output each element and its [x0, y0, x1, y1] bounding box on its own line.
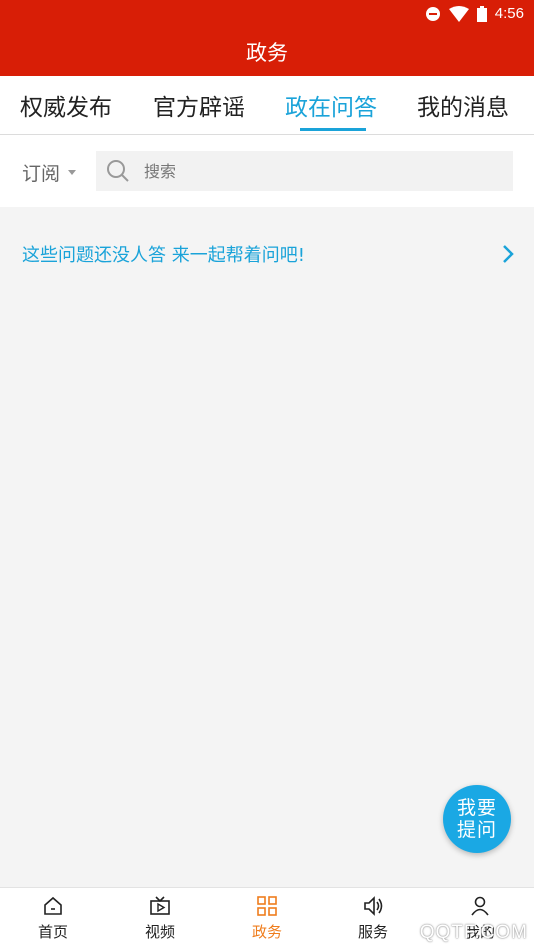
nav-services-label: 服务 — [357, 923, 388, 941]
status-time: 4:56 — [494, 5, 524, 22]
app-header: 政务 — [0, 28, 534, 76]
battery-icon — [476, 5, 487, 22]
ask-question-label: 我要提问 — [456, 797, 497, 841]
active-tab-indicator — [300, 128, 366, 131]
tab-rumor-refute[interactable]: 官方辟谣 — [153, 76, 245, 134]
wifi-icon — [448, 5, 469, 22]
video-icon — [150, 896, 170, 915]
nav-government[interactable]: 政务 — [214, 888, 320, 950]
subscribe-dropdown[interactable]: 订阅 — [22, 159, 77, 186]
page-title: 政务 — [246, 41, 288, 65]
tab-bar: 权威发布 官方辟谣 政在问答 我的消息 — [0, 76, 534, 135]
speaker-icon — [364, 896, 383, 916]
nav-home-label: 首页 — [37, 923, 68, 941]
caret-down-icon — [68, 170, 77, 175]
filter-row: 订阅 — [0, 135, 534, 207]
nav-government-label: 政务 — [251, 923, 282, 941]
search-box[interactable] — [96, 151, 513, 191]
nav-home[interactable]: 首页 — [0, 888, 106, 950]
nav-video[interactable]: 视频 — [107, 888, 213, 950]
status-icons: 4:56 — [425, 5, 524, 22]
unanswered-questions-text: 这些问题还没人答 来一起帮着问吧! — [22, 245, 305, 266]
home-icon — [44, 896, 62, 915]
unanswered-questions-link[interactable]: 这些问题还没人答 来一起帮着问吧! — [0, 226, 534, 282]
watermark: QQTF.COM — [419, 922, 528, 943]
user-icon — [471, 896, 489, 916]
status-bar: 4:56 — [0, 0, 534, 28]
do-not-disturb-icon — [425, 6, 440, 21]
search-input[interactable] — [142, 160, 506, 182]
nav-services[interactable]: 服务 — [320, 888, 426, 950]
nav-video-label: 视频 — [144, 923, 175, 941]
tab-my-messages[interactable]: 我的消息 — [417, 76, 509, 134]
grid-icon — [257, 896, 277, 916]
subscribe-label: 订阅 — [22, 163, 61, 185]
ask-question-button[interactable]: 我要提问 — [443, 785, 511, 853]
tab-authority-release[interactable]: 权威发布 — [20, 76, 112, 134]
search-icon — [107, 160, 129, 182]
chevron-right-icon — [503, 245, 514, 263]
tab-qa[interactable]: 政在问答 — [285, 76, 377, 134]
